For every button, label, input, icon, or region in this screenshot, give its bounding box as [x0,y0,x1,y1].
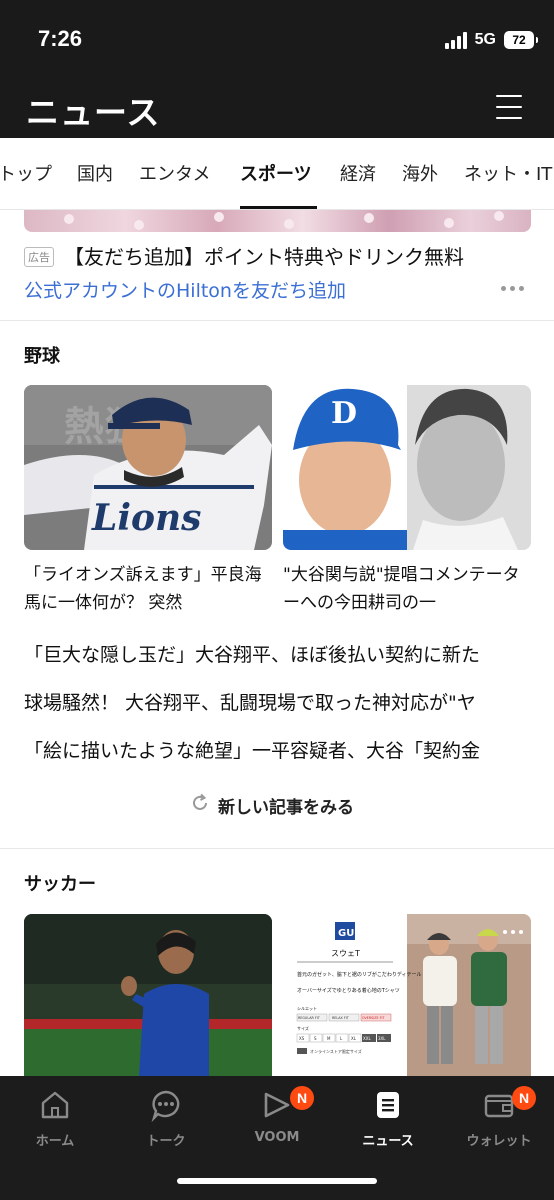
ad-badge: 広告 [24,247,54,267]
tab-domestic[interactable]: 国内 [77,160,113,186]
menu-button[interactable] [496,95,522,119]
hamburger-line [496,117,522,119]
status-indicators: 5G 72 [444,28,538,52]
gu-logo: GU [338,928,354,939]
gu-size-3xl: 3XL [378,1036,386,1041]
news-icon [371,1088,405,1122]
more-options-icon[interactable] [501,286,524,291]
baseball-card-1-image[interactable]: 熱狂 Lions [24,385,272,550]
wallet-icon [482,1088,516,1122]
baseball-card-1-title[interactable]: 「ライオンズ訴えます」平良海馬に一体何が？ 突然 [24,561,272,617]
gu-size-xl: XL [351,1036,357,1041]
gu-fit-relax: RELAX FIT [332,1016,350,1020]
app-header: 7:26 5G 72 ニュース [0,0,554,138]
gu-fit-regular: REGULAR FIT [298,1016,321,1020]
page-title: ニュース [26,93,161,132]
tab-entertainment[interactable]: エンタメ [139,160,210,186]
notification-badge: N [290,1086,314,1110]
notification-badge: N [512,1086,536,1110]
gu-fit-oversize: OVERSIZE FIT [362,1016,385,1020]
tab-world[interactable]: 海外 [402,160,438,186]
nav-voom-label: VOOM [254,1130,300,1145]
soccer-card-1-image[interactable] [24,914,272,1076]
cell-signal-icon [444,31,467,49]
active-tab-indicator [240,206,317,209]
nav-home-label: ホーム [35,1134,75,1149]
chat-bubble-icon [149,1088,183,1123]
gu-size-xs: XS [299,1036,305,1041]
headline-item[interactable]: 球場騒然！ 大谷翔平、乱闘現場で取った神対応が"ヤ [24,688,530,715]
refresh-icon [190,793,210,817]
nav-wallet-label: ウォレット [466,1134,532,1149]
nav-news[interactable]: ニュース [333,1076,443,1166]
svg-text:D: D [331,396,357,431]
ad-banner-image[interactable] [24,210,531,232]
gu-bullet-2: オーバーサイズでゆとりある着心地のTシャツ [297,987,400,994]
gu-online-note: オンラインストア限定サイズ [310,1048,362,1054]
category-tabs: トップ 国内 エンタメ スポーツ 経済 海外 ネット・IT [0,138,554,210]
gu-product-name: スウェT [331,949,360,958]
svg-text:Lions: Lions [91,497,201,539]
section-divider [0,320,554,321]
gu-bullet-1: 首元のガゼット、脇下と裾のリブがこだわりディテール [297,971,422,978]
baseball-card-2-image[interactable]: D [283,385,531,550]
hamburger-line [496,106,522,108]
gu-size-label: サイズ [297,1025,309,1031]
voom-play-icon [260,1088,294,1122]
tab-net-it[interactable]: ネット・IT [464,160,552,186]
home-icon [38,1088,72,1122]
more-articles-button[interactable]: 新しい記事をみる [190,792,354,818]
nav-news-label: ニュース [362,1134,414,1149]
home-indicator[interactable] [177,1178,377,1184]
nav-voom[interactable]: N VOOM [222,1076,332,1166]
gu-size-m: M [327,1036,331,1041]
baseball-card-2-title[interactable]: "大谷関与説"提唱コメンテーターへの今田耕司の一 [283,561,531,617]
soccer-card-2-ad-image[interactable]: GU スウェT 首元のガゼット、脇下と裾のリブがこだわりディテール オーバーサイ… [283,914,531,1076]
nav-talk-label: トーク [146,1134,186,1149]
tab-top[interactable]: トップ [0,160,52,186]
ad-title[interactable]: 【友だち追加】ポイント特典やドリンク無料 [64,241,464,270]
more-articles-label: 新しい記事をみる [218,797,354,818]
nav-home[interactable]: ホーム [0,1076,110,1166]
ad-subtitle-link[interactable]: 公式アカウントのHiltonを友だち追加 [24,276,346,303]
nav-talk[interactable]: トーク [111,1076,221,1166]
battery-icon: 72 [504,31,538,49]
tab-sports[interactable]: スポーツ [240,160,312,186]
hamburger-line [496,95,522,97]
network-type: 5G [474,31,496,48]
gu-silhouette-label: シルエット [297,1006,317,1011]
nav-wallet[interactable]: N ウォレット [444,1076,554,1166]
headline-item[interactable]: 「絵に描いたような絶望」一平容疑者、大谷「契約金 [24,736,530,763]
status-time: 7:26 [38,26,83,51]
tab-economy[interactable]: 経済 [340,160,376,186]
battery-level: 72 [512,33,526,47]
headline-item[interactable]: 「巨大な隠し玉だ」大谷翔平、ほぼ後払い契約に新た [24,640,530,667]
section-title-soccer: サッカー [24,874,96,895]
section-divider [0,848,554,849]
gu-size-xxl: XXL [363,1036,371,1041]
section-title-baseball: 野球 [24,346,60,367]
